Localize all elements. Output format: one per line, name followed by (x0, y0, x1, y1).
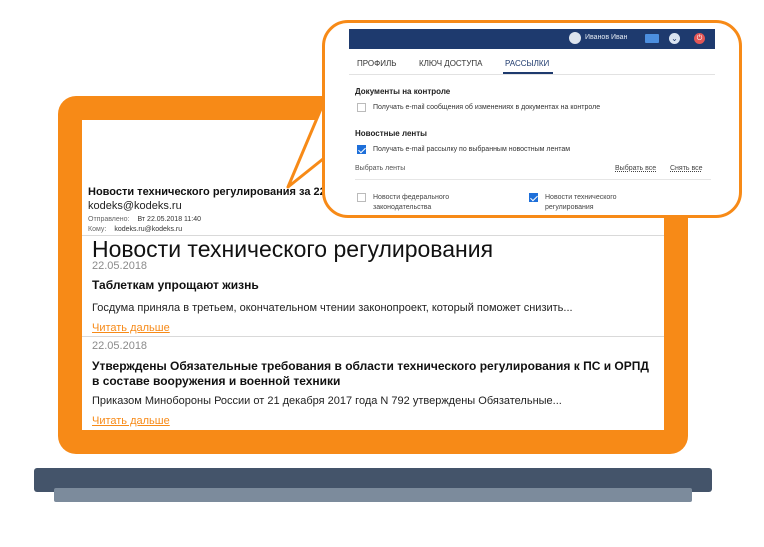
select-all-link[interactable]: Выбрать все (615, 165, 656, 172)
news-feeds-checkbox[interactable] (357, 145, 366, 154)
feed-label: Новости технического регулирования (545, 193, 617, 213)
article-text: Госдума приняла в третьем, окончательном… (92, 302, 573, 314)
mail-icon[interactable] (645, 34, 659, 43)
article-title: Утверждены Обязательные требования в обл… (92, 359, 649, 388)
laptop-stand (54, 488, 692, 502)
email-sent-label: Отправлено: (88, 216, 130, 223)
email-from[interactable]: kodeks@kodeks.ru (88, 200, 182, 212)
user-name[interactable]: Иванов Иван (585, 34, 627, 41)
article-divider (82, 336, 664, 337)
read-more-link[interactable]: Читать дальше (92, 322, 170, 334)
email-to-value: kodeks.ru@kodeks.ru (114, 226, 183, 233)
feed-label-line: законодательства (373, 204, 432, 211)
choose-feeds-label: Выбрать ленты (355, 165, 406, 172)
article-text: Приказом Минобороны России от 21 декабря… (92, 395, 562, 407)
controlled-docs-label: Получать e-mail сообщения об изменениях … (373, 104, 601, 111)
feed-label-line: Новости технического (545, 194, 617, 201)
chevron-down-icon[interactable]: ⌄ (669, 33, 680, 44)
newsletter-title: Новости технического регулирования (92, 236, 494, 262)
controlled-docs-checkbox[interactable] (357, 103, 366, 112)
section-title-news-feeds: Новостные ленты (355, 129, 427, 138)
clear-all-link[interactable]: Снять все (670, 165, 703, 172)
article-title: Таблеткам упрощают жизнь (92, 278, 259, 292)
read-more-link[interactable]: Читать дальше (92, 415, 170, 427)
email-sent-value: Вт 22.05.2018 11:40 (137, 216, 202, 223)
feed-checkbox[interactable] (357, 193, 366, 202)
news-feeds-label: Получать e-mail рассылку по выбранным но… (373, 146, 571, 153)
user-avatar-icon[interactable] (569, 32, 581, 44)
section-title-controlled-docs: Документы на контроле (355, 87, 451, 96)
tabs-divider (349, 74, 715, 75)
email-to: Кому: kodeks.ru@kodeks.ru (88, 226, 182, 233)
article-date: 22.05.2018 (92, 260, 148, 272)
settings-callout: Иванов Иван ⌄ ⏻ ПРОФИЛЬ КЛЮЧ ДОСТУПА РАС… (322, 20, 742, 218)
article-date: 22.05.2018 (92, 340, 148, 352)
feed-label: Новости федерального законодательства (373, 193, 449, 213)
email-sent: Отправлено: Вт 22.05.2018 11:40 (88, 216, 201, 223)
feed-label-line: Новости федерального (373, 194, 450, 201)
tab-profile[interactable]: ПРОФИЛЬ (357, 59, 396, 68)
app-topbar: Иванов Иван ⌄ ⏻ (349, 29, 715, 49)
power-icon[interactable]: ⏻ (694, 33, 705, 44)
feeds-divider (355, 179, 711, 180)
feed-checkbox[interactable] (529, 193, 538, 202)
feed-label-line: регулирования (545, 204, 594, 211)
tab-mailings[interactable]: РАССЫЛКИ (505, 59, 549, 68)
email-to-label: Кому: (88, 226, 107, 233)
tab-access-key[interactable]: КЛЮЧ ДОСТУПА (419, 59, 483, 68)
